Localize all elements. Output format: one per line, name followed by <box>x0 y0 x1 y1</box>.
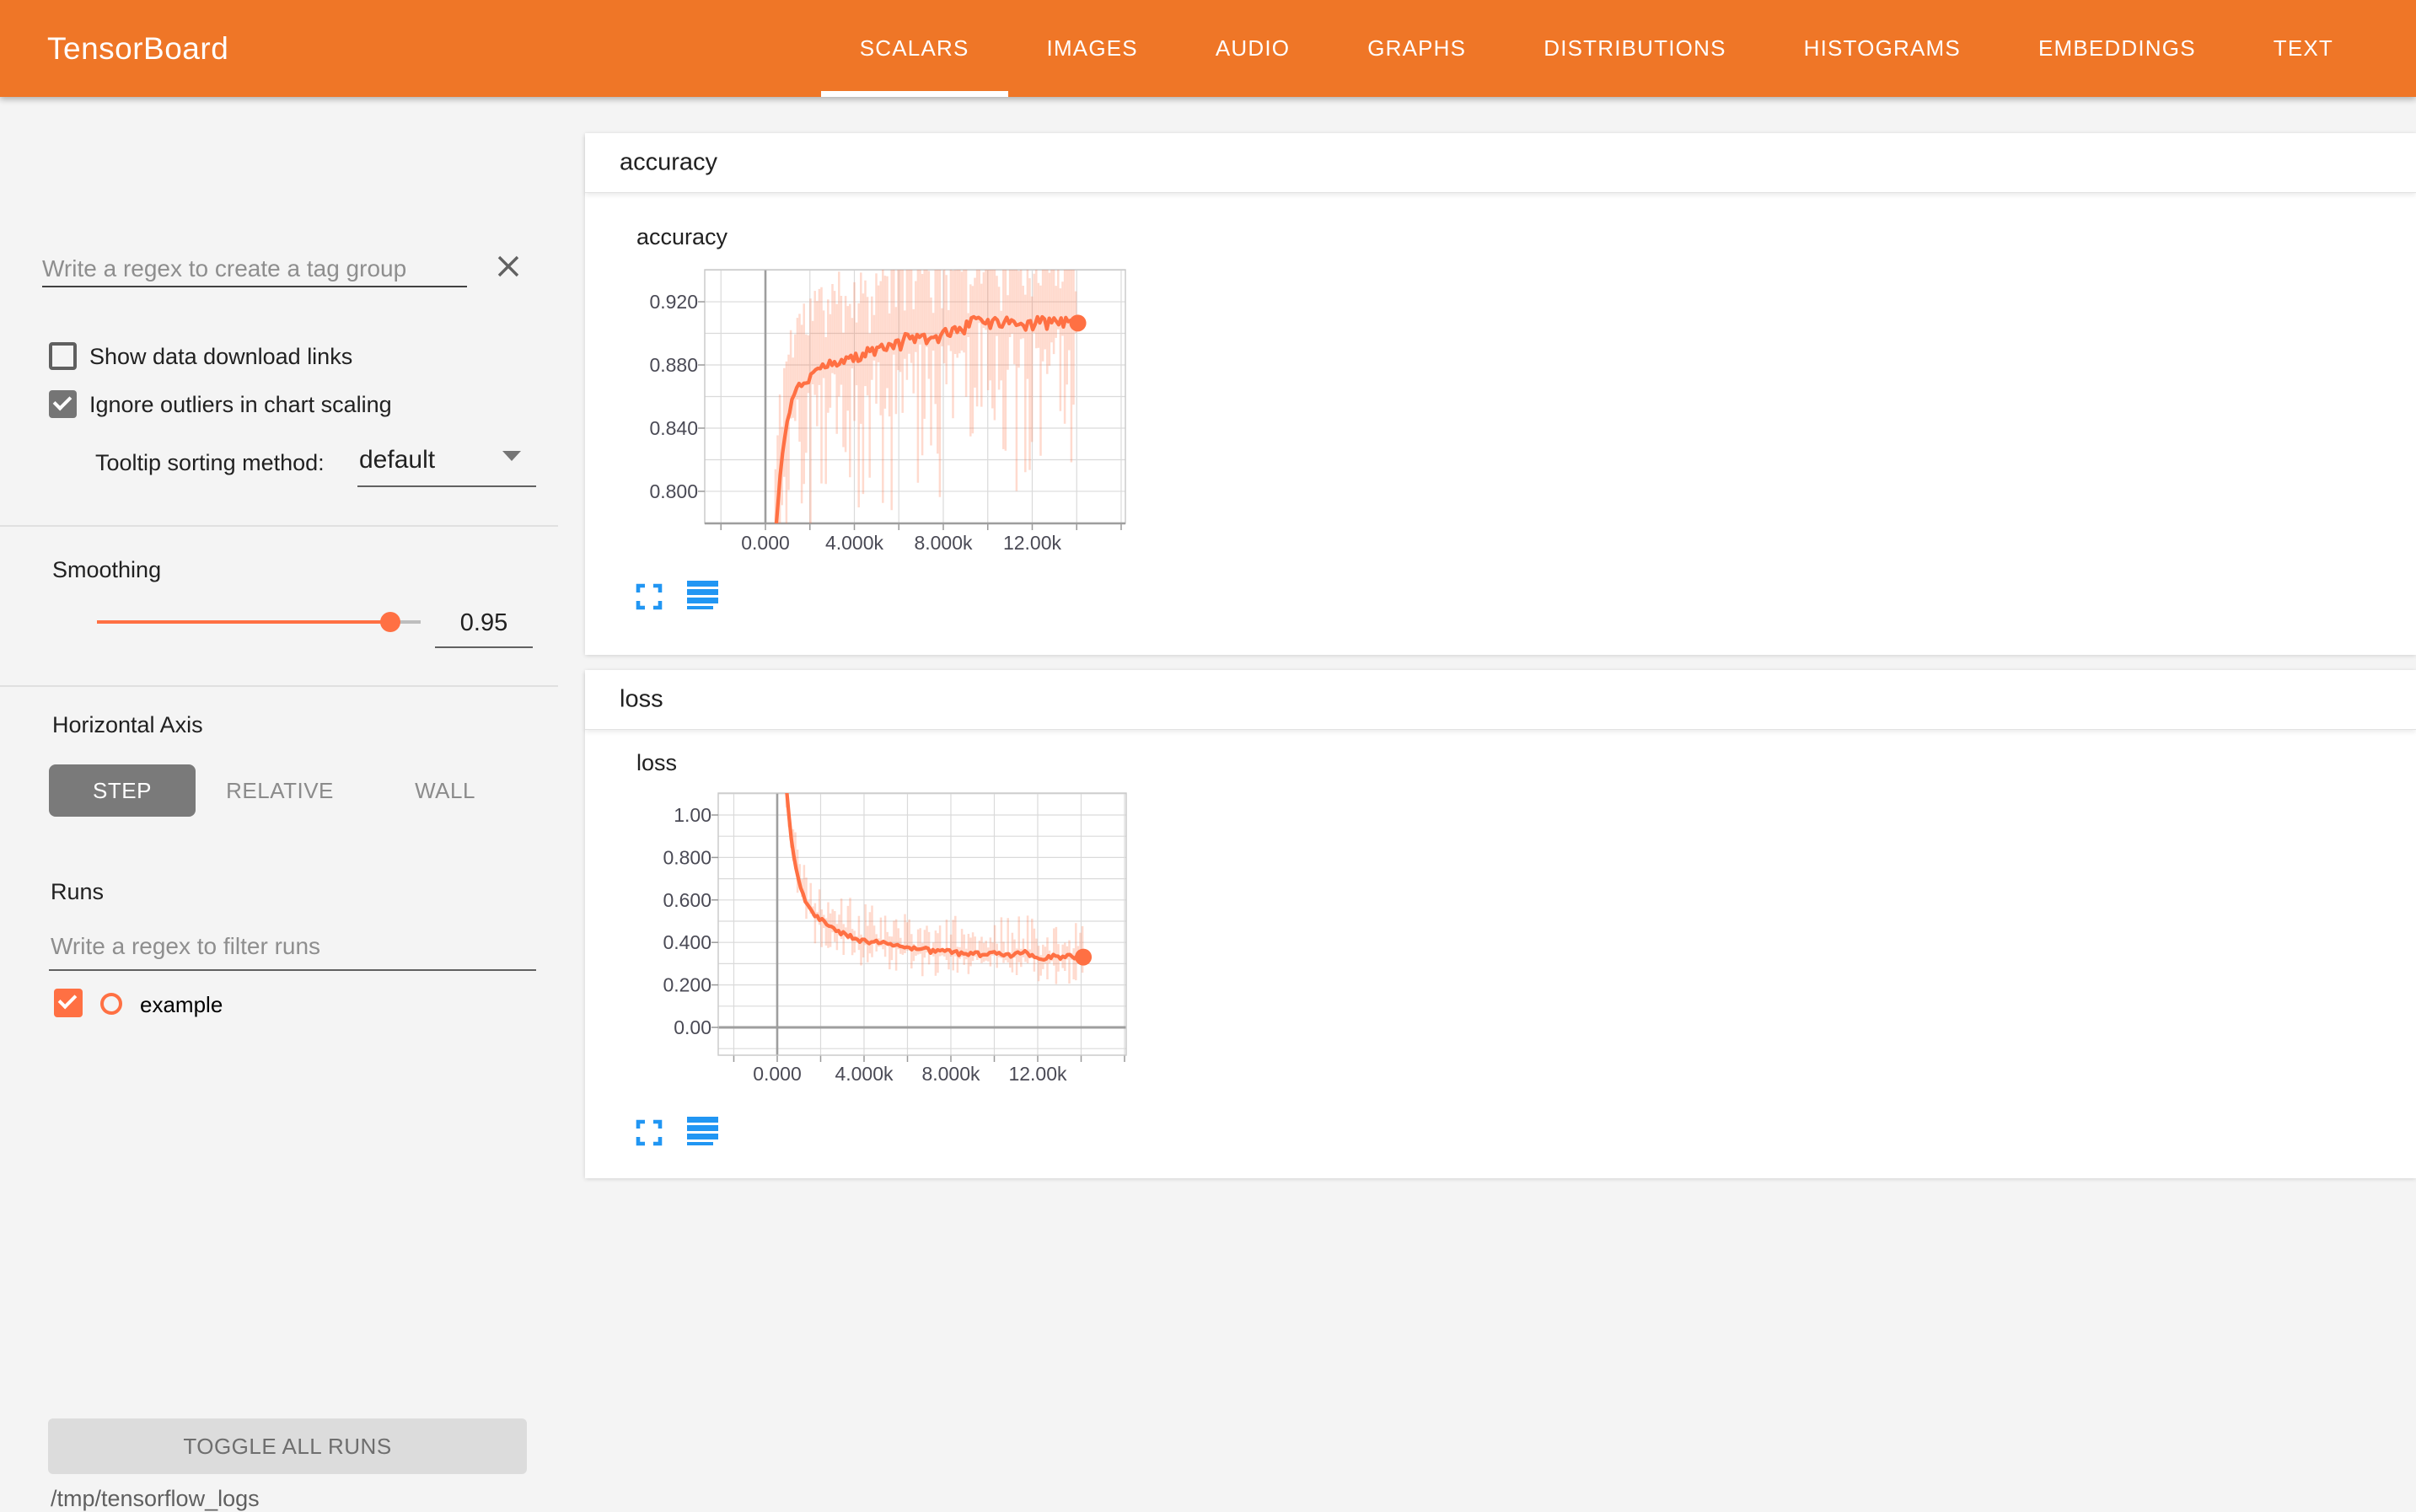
svg-text:8.000k: 8.000k <box>921 1063 980 1085</box>
axis-relative-button[interactable]: RELATIVE <box>199 764 361 817</box>
bar <box>687 589 718 595</box>
accuracy-chart[interactable]: 0.800 0.840 0.880 0.920 0.000 4.000k 8.000k 12.… <box>590 253 1146 607</box>
loss-group-header[interactable]: loss <box>585 670 2416 730</box>
tag-filter-underline <box>42 286 467 287</box>
loss-chart[interactable]: 0.00 0.200 0.400 0.600 0.800 1.00 0.000 4.000k 8… <box>590 775 1146 1138</box>
loss-chart-title: loss <box>636 750 677 776</box>
ignore-outliers-checkbox[interactable] <box>49 390 77 418</box>
svg-text:0.000: 0.000 <box>741 532 790 554</box>
bar <box>687 1117 718 1123</box>
toggle-all-runs-button[interactable]: TOGGLE ALL RUNS <box>48 1418 527 1474</box>
svg-text:0.000: 0.000 <box>753 1063 802 1085</box>
horizontal-axis-label: Horizontal Axis <box>52 712 203 738</box>
svg-text:0.880: 0.880 <box>649 354 698 376</box>
tooltip-sort-select[interactable]: default <box>359 446 435 475</box>
run-selector-icon[interactable] <box>687 1117 719 1147</box>
check-icon <box>58 990 78 1010</box>
svg-text:0.600: 0.600 <box>663 889 711 911</box>
fullscreen-icon[interactable] <box>635 582 663 611</box>
divider <box>0 525 558 527</box>
accuracy-group-header[interactable]: accuracy <box>585 133 2416 193</box>
show-download-links-label: Show data download links <box>89 344 352 370</box>
bar <box>687 581 718 587</box>
run-filter-underline <box>49 969 536 971</box>
run-filter-input[interactable]: Write a regex to filter runs <box>51 933 320 960</box>
svg-text:0.800: 0.800 <box>649 480 698 502</box>
loss-group-card: loss loss 0.000.2000.4000.6000.8001.000.… <box>585 670 2416 1178</box>
tab-audio[interactable]: AUDIO <box>1177 0 1329 97</box>
tooltip-sort-underline <box>357 485 536 487</box>
settings-sidebar: Write a regex to create a tag group Show… <box>0 97 558 1451</box>
svg-text:4.000k: 4.000k <box>835 1063 894 1085</box>
svg-text:0.00: 0.00 <box>674 1016 711 1038</box>
loss-group-title: loss <box>620 686 663 714</box>
run-selector-icon[interactable] <box>687 581 719 611</box>
svg-text:0.840: 0.840 <box>649 417 698 439</box>
tooltip-sort-label: Tooltip sorting method: <box>95 450 325 476</box>
run-example-checkbox[interactable] <box>54 989 83 1017</box>
svg-text:0.920: 0.920 <box>649 291 698 313</box>
svg-text:0.400: 0.400 <box>663 931 711 953</box>
accuracy-group-title: accuracy <box>620 149 717 177</box>
axis-step-button[interactable]: STEP <box>49 764 196 817</box>
smoothing-slider-fill <box>97 620 390 624</box>
svg-text:0.200: 0.200 <box>663 974 711 996</box>
svg-text:4.000k: 4.000k <box>825 532 884 554</box>
log-directory-path: /tmp/tensorflow_logs <box>51 1486 260 1512</box>
bar <box>687 598 718 603</box>
axis-wall-button[interactable]: WALL <box>364 764 526 817</box>
check-icon <box>53 392 72 411</box>
divider <box>0 685 558 687</box>
svg-text:12.00k: 12.00k <box>1003 532 1062 554</box>
bar <box>687 606 713 609</box>
smoothing-value-input[interactable]: 0.95 <box>435 609 533 637</box>
fullscreen-icon[interactable] <box>635 1118 663 1147</box>
bar <box>687 1125 718 1131</box>
runs-label: Runs <box>51 879 104 905</box>
app-title: TensorBoard <box>47 31 228 67</box>
show-download-links-checkbox[interactable] <box>49 342 77 370</box>
tab-graphs[interactable]: GRAPHS <box>1329 0 1505 97</box>
svg-text:0.800: 0.800 <box>663 846 711 868</box>
top-nav: SCALARS IMAGES AUDIO GRAPHS DISTRIBUTION… <box>821 0 2372 97</box>
smoothing-label: Smoothing <box>52 557 161 583</box>
ignore-outliers-label: Ignore outliers in chart scaling <box>89 392 392 418</box>
run-color-swatch-icon[interactable] <box>100 993 122 1015</box>
svg-text:1.00: 1.00 <box>674 804 711 826</box>
accuracy-chart-title: accuracy <box>636 224 727 250</box>
svg-text:12.00k: 12.00k <box>1008 1063 1067 1085</box>
tab-scalars[interactable]: SCALARS <box>821 0 1008 97</box>
smoothing-slider-thumb[interactable] <box>380 612 400 632</box>
tab-text[interactable]: TEXT <box>2235 0 2372 97</box>
tab-histograms[interactable]: HISTOGRAMS <box>1765 0 2000 97</box>
tab-images[interactable]: IMAGES <box>1008 0 1177 97</box>
smoothing-value-underline <box>435 646 533 648</box>
chevron-down-icon[interactable] <box>502 451 521 461</box>
close-icon[interactable] <box>496 254 521 279</box>
tag-filter-input[interactable]: Write a regex to create a tag group <box>42 255 406 282</box>
svg-text:8.000k: 8.000k <box>914 532 973 554</box>
app-header: TensorBoard SCALARS IMAGES AUDIO GRAPHS … <box>0 0 2416 97</box>
bar <box>687 1142 713 1145</box>
tab-embeddings[interactable]: EMBEDDINGS <box>2000 0 2235 97</box>
accuracy-group-card: accuracy accuracy 0.8000.8400.8800.9200.… <box>585 133 2416 655</box>
run-example-label: example <box>140 992 223 1018</box>
tab-distributions[interactable]: DISTRIBUTIONS <box>1505 0 1764 97</box>
bar <box>687 1134 718 1139</box>
